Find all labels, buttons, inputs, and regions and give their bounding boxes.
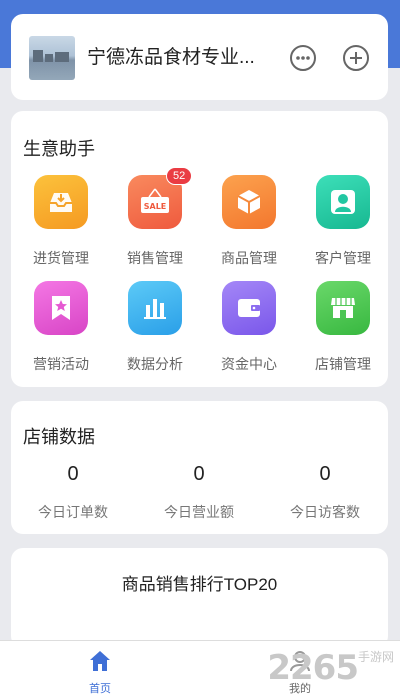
grid-item-customers[interactable]: 客户管理	[298, 175, 388, 268]
stat-value: 0	[193, 463, 205, 485]
grid-label: 店铺管理	[315, 356, 371, 372]
stat-label: 今日营业额	[164, 504, 234, 520]
grid-item-analytics[interactable]: 数据分析	[110, 281, 200, 374]
bar-chart-icon	[128, 281, 182, 335]
grid-item-sales[interactable]: SALE 52 销售管理	[110, 167, 200, 268]
sale-tag-icon: SALE 52	[128, 167, 193, 229]
storefront-icon	[316, 281, 370, 335]
section-title: 店铺数据	[23, 427, 95, 447]
watermark-site: 手游网	[357, 650, 394, 664]
grid-label: 营销活动	[33, 356, 89, 372]
svg-text:SALE: SALE	[144, 202, 167, 211]
customer-person-icon	[316, 175, 370, 229]
sales-ranking-card[interactable]: 商品销售排行TOP20	[11, 548, 388, 648]
grid-item-funds[interactable]: 资金中心	[204, 281, 294, 374]
add-circle-icon[interactable]	[342, 44, 370, 72]
business-assistant-card: 生意助手 进货管理 SALE 52 销售管理 商品管理 客户管理 营销活动 数据…	[11, 111, 388, 387]
grid-label: 客户管理	[315, 250, 371, 266]
stat-value: 0	[319, 463, 331, 485]
grid-label: 数据分析	[127, 356, 183, 372]
store-name[interactable]: 宁德冻品食材专业...	[87, 44, 287, 72]
wallet-icon	[222, 281, 276, 335]
chat-bubble-icon[interactable]	[289, 44, 317, 72]
grid-label: 销售管理	[127, 250, 183, 266]
ranking-title: 商品销售排行TOP20	[121, 575, 278, 594]
grid-item-products[interactable]: 商品管理	[204, 175, 294, 268]
star-bookmark-icon	[34, 281, 88, 335]
grid-label: 商品管理	[221, 250, 277, 266]
stat-value: 0	[67, 463, 79, 485]
store-header-card: 宁德冻品食材专业...	[11, 14, 388, 100]
home-icon	[90, 651, 110, 671]
watermark-brand: 2265	[267, 648, 359, 688]
grid-item-store[interactable]: 店铺管理	[298, 281, 388, 374]
grid-item-purchase[interactable]: 进货管理	[16, 175, 106, 268]
stat-label: 今日订单数	[38, 504, 108, 520]
stat-orders-today[interactable]: 0 今日订单数	[13, 463, 133, 522]
site-watermark: 2265手游网	[267, 648, 394, 688]
nav-label: 首页	[89, 683, 111, 695]
store-avatar[interactable]	[29, 36, 75, 80]
stat-visitors-today[interactable]: 0 今日访客数	[265, 463, 385, 522]
nav-tab-home[interactable]: 首页	[60, 649, 140, 696]
product-box-icon	[222, 175, 276, 229]
stat-revenue-today[interactable]: 0 今日营业额	[139, 463, 259, 522]
section-title: 生意助手	[23, 139, 95, 159]
grid-label: 资金中心	[221, 356, 277, 372]
grid-label: 进货管理	[33, 250, 89, 266]
store-data-card: 店铺数据 0 今日订单数 0 今日营业额 0 今日访客数	[11, 401, 388, 534]
sales-count-badge: 52	[166, 167, 193, 185]
grid-item-marketing[interactable]: 营销活动	[16, 281, 106, 374]
inbox-download-icon	[34, 175, 88, 229]
stat-label: 今日访客数	[290, 504, 360, 520]
